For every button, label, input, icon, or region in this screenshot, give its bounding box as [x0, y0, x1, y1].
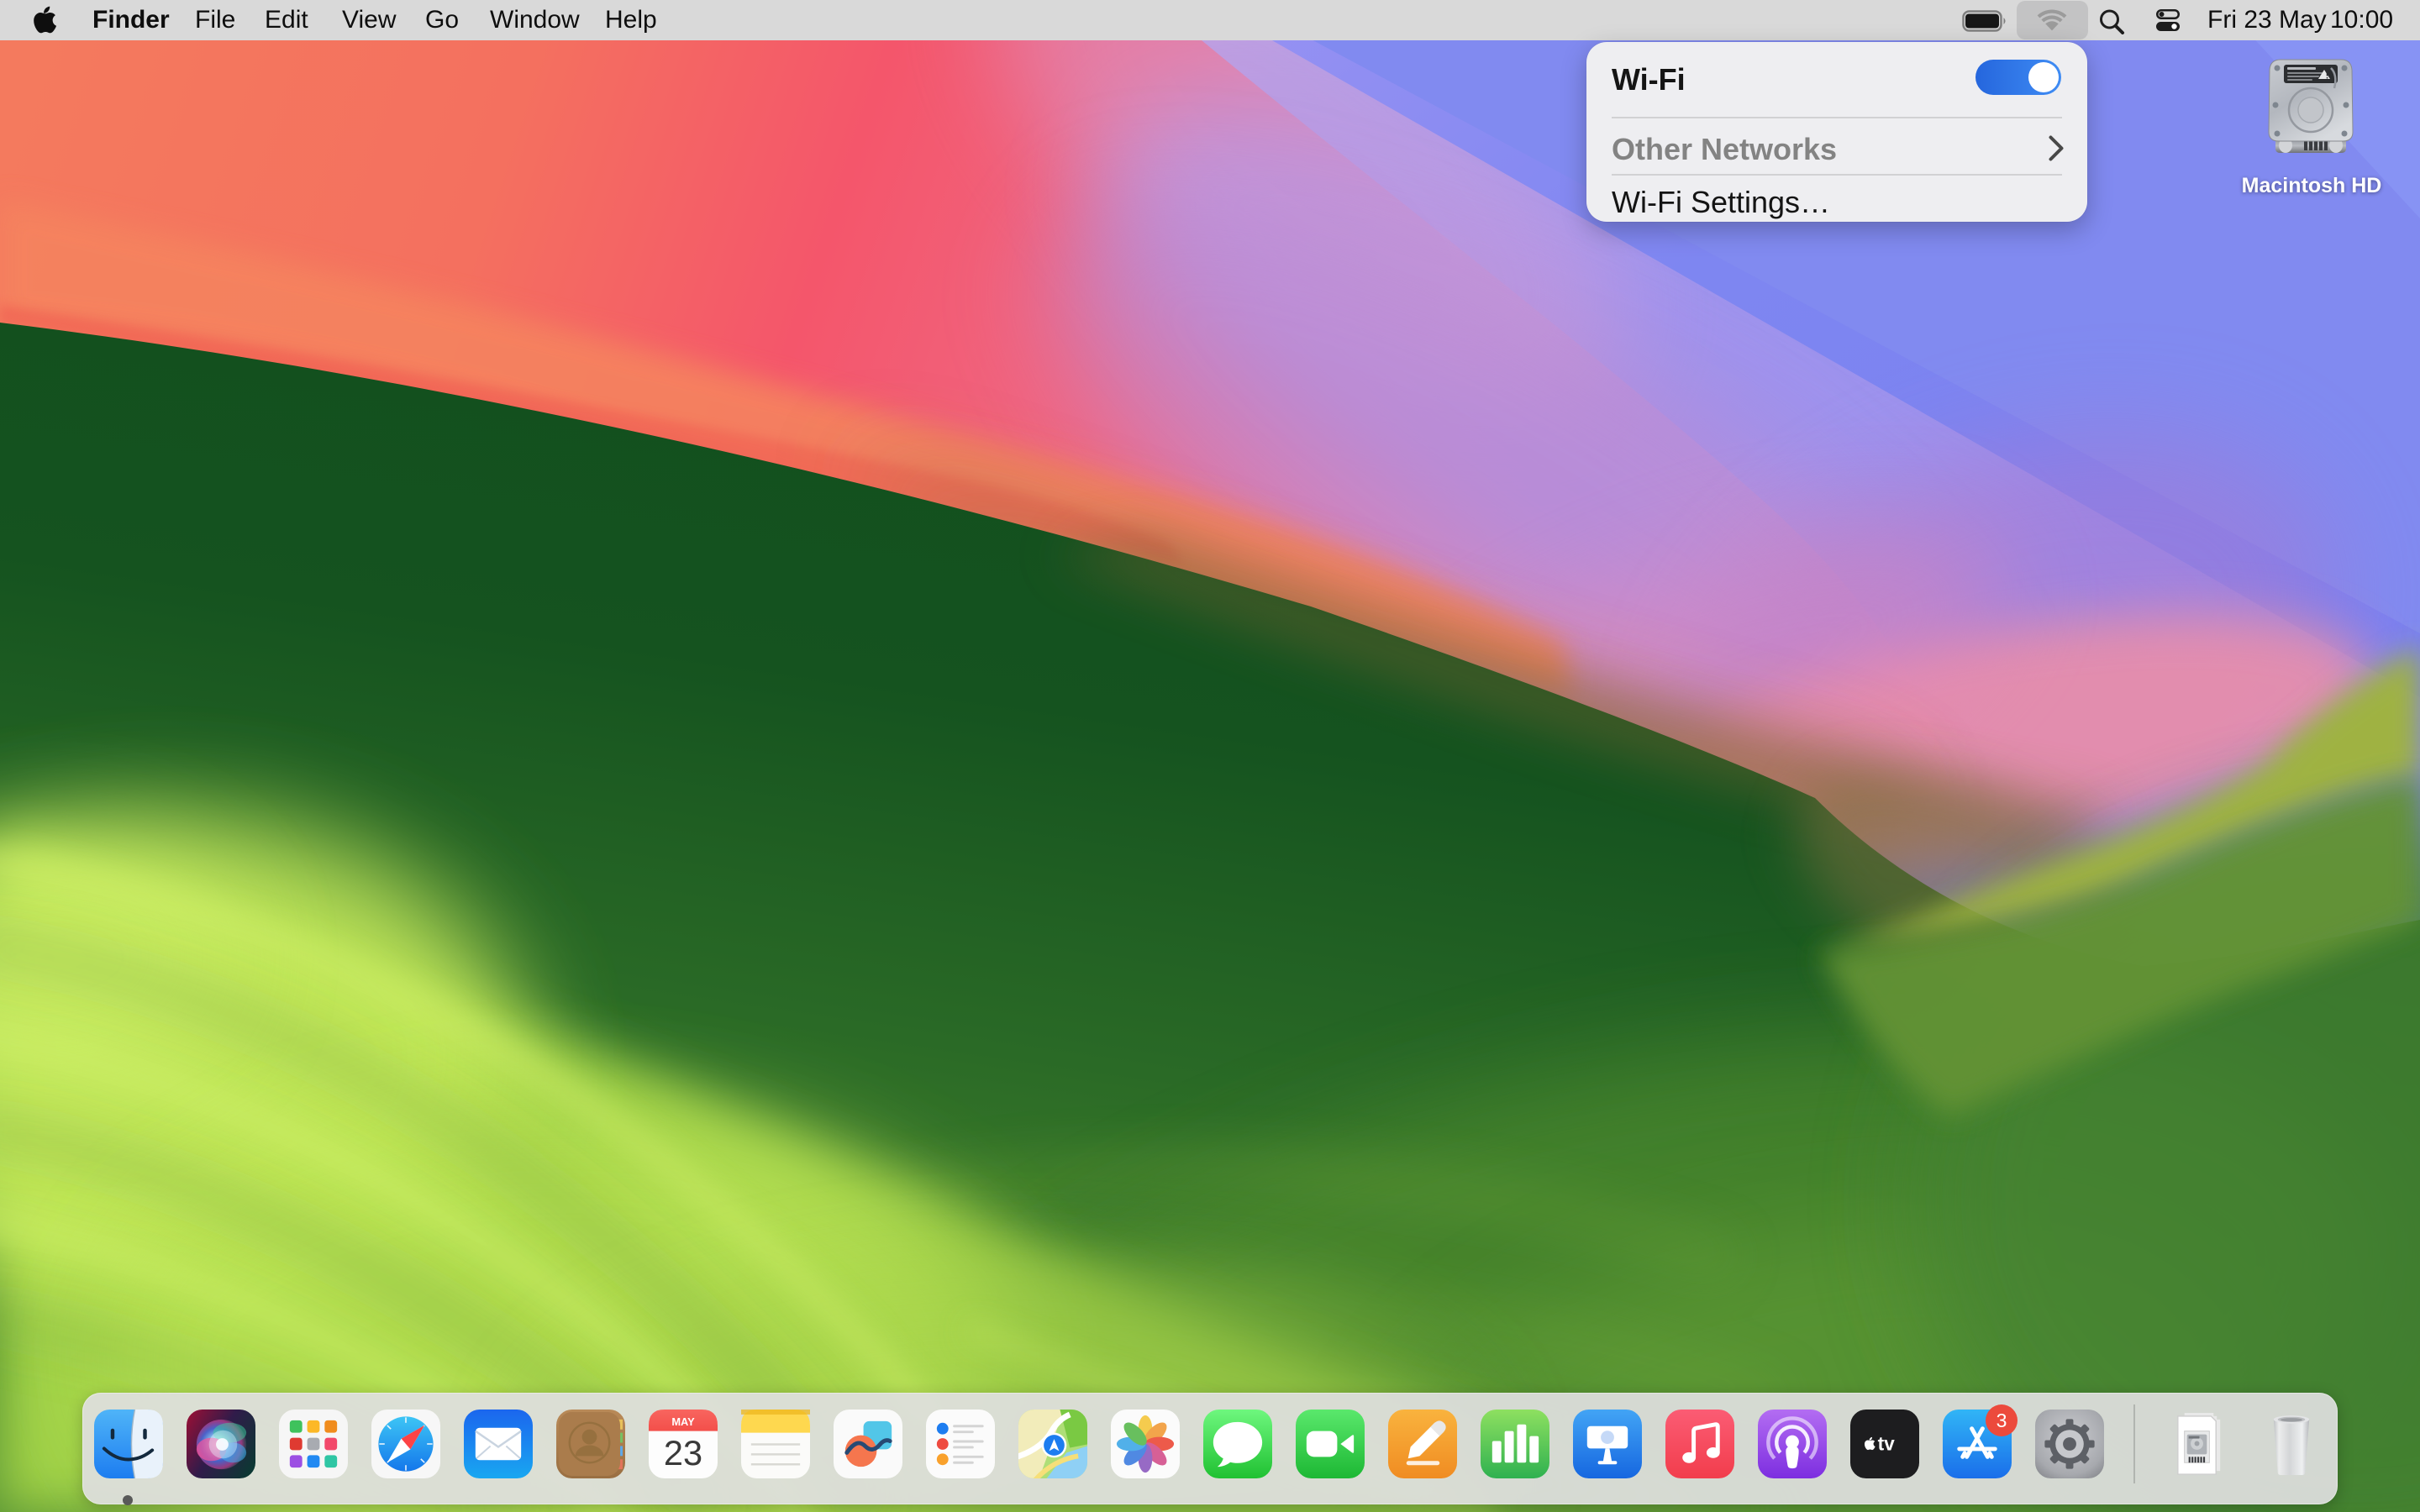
- svg-text:tv: tv: [1878, 1432, 1896, 1454]
- svg-text:3: 3: [1996, 1410, 2007, 1431]
- svg-text:MAY: MAY: [671, 1415, 695, 1428]
- svg-text:23: 23: [664, 1433, 702, 1473]
